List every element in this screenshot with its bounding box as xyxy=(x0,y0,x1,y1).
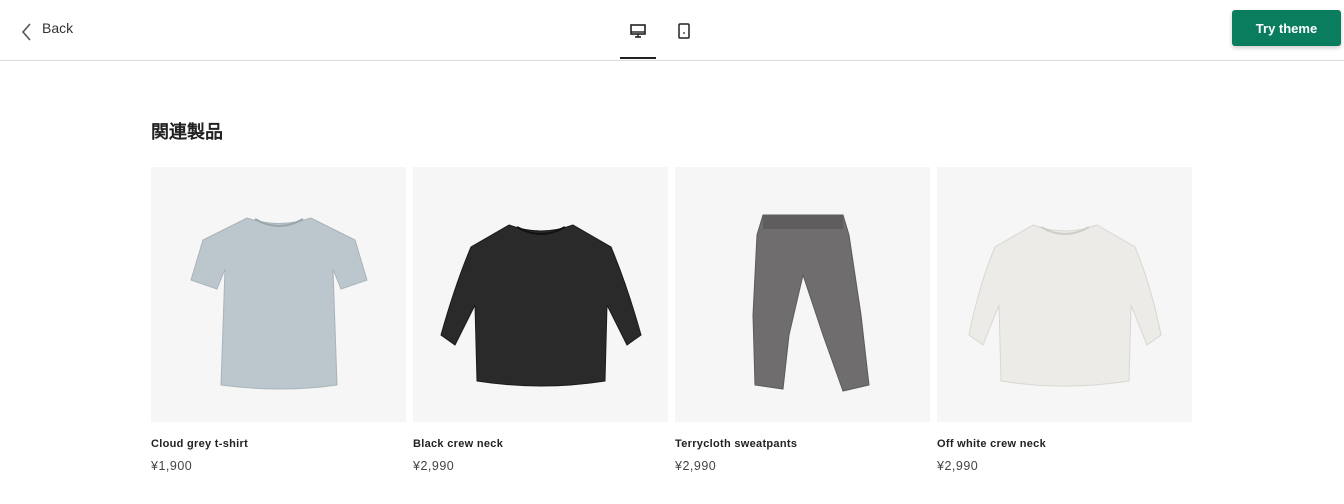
mobile-icon xyxy=(678,23,690,39)
desktop-icon xyxy=(630,24,646,38)
tshirt-image xyxy=(189,216,368,389)
product-grid: Cloud grey t-shirt ¥1,900 Black crew nec… xyxy=(151,167,1192,473)
product-card[interactable]: Black crew neck ¥2,990 xyxy=(413,167,668,473)
back-label: Back xyxy=(42,20,74,36)
product-image[interactable] xyxy=(151,167,406,422)
product-image[interactable] xyxy=(675,167,930,422)
chevron-left-icon xyxy=(21,23,31,41)
product-card[interactable]: Terrycloth sweatpants ¥2,990 xyxy=(675,167,930,473)
product-card[interactable]: Cloud grey t-shirt ¥1,900 xyxy=(151,167,406,473)
sweatshirt-image xyxy=(439,223,642,386)
product-price: ¥2,990 xyxy=(675,459,717,473)
top-bar: Back Try theme xyxy=(0,0,1344,61)
mobile-view-button[interactable] xyxy=(666,12,702,58)
product-name[interactable]: Off white crew neck xyxy=(937,438,1192,450)
product-price: ¥1,900 xyxy=(151,459,193,473)
product-card[interactable]: Off white crew neck ¥2,990 xyxy=(937,167,1192,473)
product-price: ¥2,990 xyxy=(937,459,979,473)
device-preview-toggle xyxy=(620,12,702,59)
product-price: ¥2,990 xyxy=(413,459,455,473)
product-name[interactable]: Terrycloth sweatpants xyxy=(675,438,930,450)
try-theme-button[interactable]: Try theme xyxy=(1232,10,1341,46)
product-image[interactable] xyxy=(937,167,1192,422)
sweatshirt-image xyxy=(967,223,1162,386)
desktop-view-button[interactable] xyxy=(620,12,656,59)
product-name[interactable]: Black crew neck xyxy=(413,438,668,450)
product-name[interactable]: Cloud grey t-shirt xyxy=(151,438,406,450)
section-title: 関連製品 xyxy=(151,122,223,143)
product-image[interactable] xyxy=(413,167,668,422)
sweatpants-image xyxy=(751,214,870,392)
back-button[interactable]: Back xyxy=(20,14,73,50)
